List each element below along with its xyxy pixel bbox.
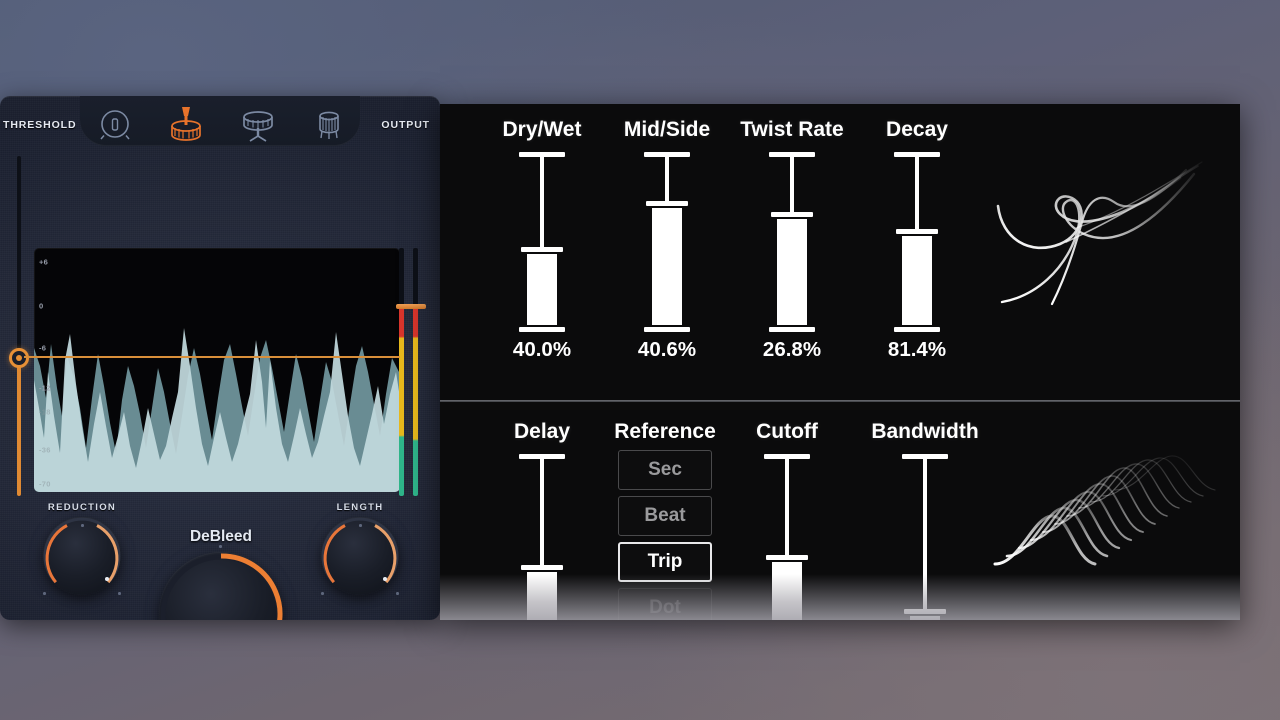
envelope-waveform: [34, 328, 400, 492]
slider-fill: [902, 236, 932, 325]
slider-fill: [910, 616, 940, 620]
slider-stem: [790, 157, 794, 212]
reduction-knob-pointer: [105, 577, 109, 581]
top-parameter-section: Dry/Wet 40.0% Mid/Side 40.6% Twist Rate …: [440, 104, 1240, 400]
knob-pip: [321, 592, 324, 595]
meter-fill: [413, 306, 418, 496]
slider-fill: [527, 254, 557, 325]
slider-stem: [785, 459, 789, 555]
dry-wet-handle[interactable]: [521, 247, 563, 252]
cutoff-track[interactable]: [764, 454, 810, 620]
twist-rate-track[interactable]: [769, 152, 815, 332]
twist-rate-value: 26.8%: [762, 338, 822, 361]
debleed-main-knob[interactable]: DeBleed: [150, 528, 292, 620]
threshold-label: THRESHOLD: [3, 119, 77, 131]
mid-side-handle[interactable]: [646, 201, 688, 206]
slider-bottom-cap: [644, 327, 690, 332]
slider-bottom-cap: [894, 327, 940, 332]
debleed-knob-label: DeBleed: [189, 528, 253, 545]
twist-rate-handle[interactable]: [771, 212, 813, 217]
bandwidth-handle[interactable]: [904, 609, 946, 614]
bandwidth-label: Bandwidth: [871, 420, 979, 443]
kick-drum-tab[interactable]: [92, 105, 138, 145]
slider-stem: [540, 157, 544, 247]
slider-bottom-cap: [769, 327, 815, 332]
bottom-parameter-section: Delay Reference Sec Beat Trip Dot Cutoff: [440, 402, 1240, 620]
floor-tom-tab[interactable]: [306, 105, 352, 145]
knob-pip: [219, 545, 222, 548]
delay-handle[interactable]: [521, 565, 563, 570]
y-tick: -36: [39, 445, 51, 455]
output-label: OUTPUT: [381, 119, 430, 131]
y-tick: -12: [39, 383, 51, 393]
threshold-slider[interactable]: [9, 156, 29, 496]
length-knob[interactable]: LENGTH: [310, 502, 410, 595]
y-tick: -70: [39, 479, 51, 489]
threshold-indicator-line: [24, 356, 400, 358]
knob-pip: [43, 592, 46, 595]
reduction-knob[interactable]: REDUCTION: [32, 502, 132, 595]
reference-option-dot[interactable]: Dot: [618, 588, 712, 620]
knob-pip: [118, 592, 121, 595]
y-tick: -18: [39, 407, 51, 417]
slider-fill: [652, 208, 682, 325]
knob-pip: [359, 524, 362, 527]
y-tick: 0: [39, 301, 44, 311]
output-meters: [396, 248, 426, 496]
dry-wet-slider[interactable]: Dry/Wet 40.0%: [472, 118, 612, 362]
slider-stem: [923, 459, 927, 609]
length-knob-body[interactable]: [321, 517, 399, 595]
length-knob-pointer: [383, 577, 387, 581]
knob-pip: [81, 524, 84, 527]
meter-fill: [399, 306, 404, 496]
decay-value: 81.4%: [887, 338, 947, 361]
waterfall-spectrum-visualization: [985, 452, 1235, 602]
output-level-marker[interactable]: [396, 304, 426, 309]
cutoff-handle[interactable]: [766, 555, 808, 560]
y-tick: +6: [39, 257, 49, 267]
y-tick: -6: [39, 343, 47, 353]
mid-side-track[interactable]: [644, 152, 690, 332]
snare-drum-tab[interactable]: [163, 105, 209, 145]
slider-fill: [777, 219, 807, 325]
threshold-fill: [17, 356, 21, 496]
swirl-curve-visualization: [980, 144, 1230, 364]
twist-rate-slider[interactable]: Twist Rate 26.8%: [712, 118, 872, 362]
decay-slider[interactable]: Decay 81.4%: [852, 118, 982, 362]
slider-stem: [665, 157, 669, 201]
envelope-graph: +6 0 -6 -12 -18 -36 -70: [34, 248, 400, 492]
slider-fill: [772, 562, 802, 620]
reduction-knob-body[interactable]: [43, 517, 121, 595]
knob-pip: [396, 592, 399, 595]
tom-drum-tab[interactable]: [235, 105, 281, 145]
slider-fill: [527, 572, 557, 620]
dry-wet-value: 40.0%: [512, 338, 572, 361]
output-meter-right: [413, 248, 418, 496]
bandwidth-track[interactable]: [902, 454, 948, 620]
plugin-header: THRESHOLD OUTPUT: [0, 96, 440, 148]
threshold-handle[interactable]: [9, 348, 29, 368]
dry-wet-label: Dry/Wet: [502, 118, 582, 141]
twist-plugin-window: Dry/Wet 40.0% Mid/Side 40.6% Twist Rate …: [440, 104, 1240, 620]
output-meter-left: [399, 248, 404, 496]
dry-wet-track[interactable]: [519, 152, 565, 332]
graph-y-axis: +6 0 -6 -12 -18 -36 -70: [34, 248, 64, 492]
decay-track[interactable]: [894, 152, 940, 332]
delay-track[interactable]: [519, 454, 565, 620]
reference-option-trip[interactable]: Trip: [618, 542, 712, 582]
twist-rate-label: Twist Rate: [740, 118, 844, 141]
decay-handle[interactable]: [896, 229, 938, 234]
slider-stem: [915, 157, 919, 229]
debleed-knob-body[interactable]: [159, 552, 283, 620]
reference-option-sec[interactable]: Sec: [618, 450, 712, 490]
debleed-knob-ring: [160, 553, 283, 620]
slider-bottom-cap: [519, 327, 565, 332]
drum-type-tabs: [92, 103, 352, 147]
slider-stem: [540, 459, 544, 565]
reference-option-beat[interactable]: Beat: [618, 496, 712, 536]
debleed-plugin-window: THRESHOLD OUTPUT +6 0 -6 -12 -18 -36 -70…: [0, 96, 440, 620]
decay-label: Decay: [886, 118, 948, 141]
